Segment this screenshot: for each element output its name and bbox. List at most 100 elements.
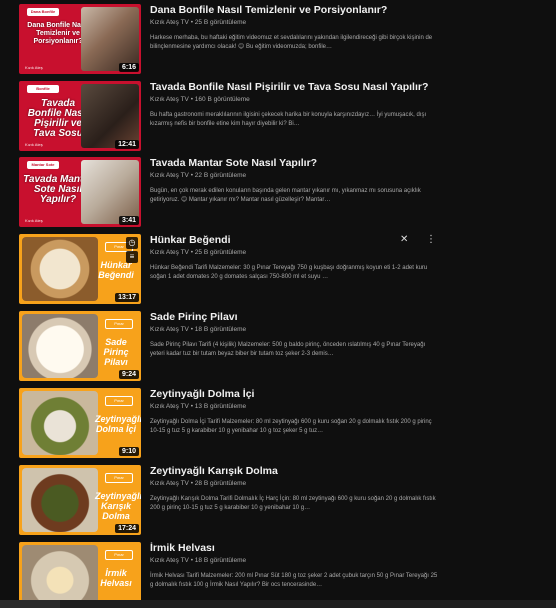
video-thumbnail[interactable]: Pınar Sade Pirinç Pilavı 9:24 xyxy=(19,311,141,381)
view-count: 22 B görüntüleme xyxy=(194,172,247,179)
video-item[interactable]: Pınar Sade Pirinç Pilavı 9:24 Sade Pirin… xyxy=(0,311,556,381)
view-count: 160 B görüntüleme xyxy=(194,96,250,103)
duration-badge: 13:17 xyxy=(115,293,139,302)
video-info: Zeytinyağlı Dolma İçi Kızık Ateş TV • 13… xyxy=(150,388,440,436)
video-info: Zeytinyağlı Karışık Dolma Kızık Ateş TV … xyxy=(150,465,440,513)
thumbnail-image xyxy=(22,391,98,455)
video-title[interactable]: Zeytinyağlı Dolma İçi xyxy=(150,388,440,401)
video-item[interactable]: Pınar Hünkar Beğendi ◷ ≡ 13:17 Hünkar Be… xyxy=(0,234,556,304)
add-to-queue-icon[interactable]: ≡ xyxy=(126,251,138,263)
thumbnail-title: Zeytinyağlı Karışık Dolma xyxy=(95,491,141,521)
video-actions: ✕ ⋮ xyxy=(398,234,438,246)
video-title[interactable]: İrmik Helvası xyxy=(150,542,440,555)
thumbnail-image xyxy=(81,160,139,224)
video-item[interactable]: Bonfile Tavada Bonfile Nasıl Pişirilir v… xyxy=(0,81,556,151)
video-info: Tavada Bonfile Nasıl Pişirilir ve Tava S… xyxy=(150,81,440,129)
video-thumbnail[interactable]: Pınar Hünkar Beğendi ◷ ≡ 13:17 xyxy=(19,234,141,304)
video-info: Sade Pirinç Pilavı Kızık Ateş TV • 18 B … xyxy=(150,311,440,359)
bottom-bar-segment xyxy=(0,600,60,608)
duration-badge: 6:16 xyxy=(118,63,139,72)
channel-name[interactable]: Kızık Ateş TV xyxy=(150,96,189,103)
view-count: 13 B görüntüleme xyxy=(194,403,247,410)
video-thumbnail[interactable]: Dana Bonfile Dana Bonfile Nasıl Temizlen… xyxy=(19,4,141,74)
video-info: Dana Bonfile Nasıl Temizlenir ve Porsiyo… xyxy=(150,4,440,52)
video-description: Hünkar Beğendi Tarifi Malzemeler: 30 g P… xyxy=(150,265,428,280)
video-meta: Kızık Ateş TV • 13 B görüntüleme xyxy=(150,403,247,410)
video-thumbnail[interactable]: Pınar İrmik Helvası xyxy=(19,542,141,602)
channel-name[interactable]: Kızık Ateş TV xyxy=(150,557,189,564)
video-info: Hünkar Beğendi Kızık Ateş TV • 25 B görü… xyxy=(150,234,440,282)
thumbnail-image xyxy=(22,237,98,301)
thumbnail-brand: Kızık Ateş xyxy=(25,142,43,147)
video-title[interactable]: Tavada Bonfile Nasıl Pişirilir ve Tava S… xyxy=(150,81,440,94)
duration-badge: 17:24 xyxy=(115,524,139,533)
view-count: 25 B görüntüleme xyxy=(194,249,247,256)
video-description: İrmik Helvası Tarifi Malzemeler: 200 ml … xyxy=(150,573,438,588)
video-thumbnail[interactable]: Pınar Zeytinyağlı Dolma İçi 9:10 xyxy=(19,388,141,458)
video-description: Harkese merhaba, bu haftaki eğitim video… xyxy=(150,35,433,50)
view-count: 18 B görüntüleme xyxy=(194,557,247,564)
channel-name[interactable]: Kızık Ateş TV xyxy=(150,172,189,179)
video-meta: Kızık Ateş TV • 25 B görüntüleme xyxy=(150,19,247,26)
video-description: Zeytinyağlı Dolma İçi Tarifi Malzemeler:… xyxy=(150,419,432,434)
thumbnail-tag: Mantar Sote xyxy=(27,161,59,169)
thumbnail-image xyxy=(81,84,139,148)
thumbnail-logo: Pınar xyxy=(105,473,133,483)
duration-badge: 12:41 xyxy=(115,140,139,149)
video-description: Bu hafta gastronomi meraklılarının ilgis… xyxy=(150,112,427,127)
thumbnail-image xyxy=(22,468,98,532)
video-meta: Kızık Ateş TV • 18 B görüntüleme xyxy=(150,326,247,333)
thumbnail-logo: Pınar xyxy=(105,396,133,406)
thumbnail-brand: Kızık Ateş xyxy=(25,218,43,223)
duration-badge: 9:10 xyxy=(118,447,139,456)
channel-name[interactable]: Kızık Ateş TV xyxy=(150,403,189,410)
video-meta: Kızık Ateş TV • 22 B görüntüleme xyxy=(150,172,247,179)
video-item[interactable]: Mantar Sote Tavada Mantar Sote Nasıl Yap… xyxy=(0,157,556,227)
channel-name[interactable]: Kızık Ateş TV xyxy=(150,326,189,333)
video-description: Bugün, en çok merak edilen konuların baş… xyxy=(150,188,421,203)
view-count: 18 B görüntüleme xyxy=(194,326,247,333)
video-title[interactable]: Zeytinyağlı Karışık Dolma xyxy=(150,465,440,478)
thumbnail-image xyxy=(22,545,98,602)
more-options-icon[interactable]: ⋮ xyxy=(426,234,436,246)
view-count: 28 B görüntüleme xyxy=(194,480,247,487)
close-icon[interactable]: ✕ xyxy=(400,234,408,246)
video-info: Tavada Mantar Sote Nasıl Yapılır? Kızık … xyxy=(150,157,440,205)
video-description: Zeytinyağlı Karışık Dolma Tarifi Dolmalı… xyxy=(150,496,436,511)
duration-badge: 9:24 xyxy=(118,370,139,379)
video-meta: Kızık Ateş TV • 18 B görüntüleme xyxy=(150,557,247,564)
video-meta: Kızık Ateş TV • 25 B görüntüleme xyxy=(150,249,247,256)
video-info: İrmik Helvası Kızık Ateş TV • 18 B görün… xyxy=(150,542,440,590)
thumbnail-title: İrmik Helvası xyxy=(100,568,132,588)
video-item[interactable]: Pınar Zeytinyağlı Dolma İçi 9:10 Zeytiny… xyxy=(0,388,556,458)
video-thumbnail[interactable]: Pınar Zeytinyağlı Karışık Dolma 17:24 xyxy=(19,465,141,535)
video-title[interactable]: Tavada Mantar Sote Nasıl Yapılır? xyxy=(150,157,440,170)
thumbnail-brand: Kızık Ateş xyxy=(25,65,43,70)
thumbnail-image xyxy=(81,7,139,71)
video-title[interactable]: Hünkar Beğendi xyxy=(150,234,440,247)
thumbnail-title: Zeytinyağlı Dolma İçi xyxy=(95,414,141,434)
bottom-bar xyxy=(0,600,556,608)
thumbnail-tag: Bonfile xyxy=(27,85,59,93)
video-thumbnail[interactable]: Bonfile Tavada Bonfile Nasıl Pişirilir v… xyxy=(19,81,141,151)
video-title[interactable]: Sade Pirinç Pilavı xyxy=(150,311,440,324)
thumbnail-image xyxy=(22,314,98,378)
video-meta: Kızık Ateş TV • 28 B görüntüleme xyxy=(150,480,247,487)
watch-later-icon[interactable]: ◷ xyxy=(126,237,138,249)
channel-name[interactable]: Kızık Ateş TV xyxy=(150,480,189,487)
video-meta: Kızık Ateş TV • 160 B görüntüleme xyxy=(150,96,250,103)
thumbnail-logo: Pınar xyxy=(105,319,133,329)
thumbnail-title: Hünkar Beğendi xyxy=(98,260,134,280)
channel-name[interactable]: Kızık Ateş TV xyxy=(150,19,189,26)
channel-name[interactable]: Kızık Ateş TV xyxy=(150,249,189,256)
video-item[interactable]: Dana Bonfile Dana Bonfile Nasıl Temizlen… xyxy=(0,4,556,74)
thumbnail-logo: Pınar xyxy=(105,550,133,560)
duration-badge: 3:41 xyxy=(118,216,139,225)
video-description: Sade Pirinç Pilavı Tarifi (4 kişilik) Ma… xyxy=(150,342,426,357)
view-count: 25 B görüntüleme xyxy=(194,19,247,26)
thumbnail-title: Sade Pirinç Pilavı xyxy=(103,337,129,367)
video-thumbnail[interactable]: Mantar Sote Tavada Mantar Sote Nasıl Yap… xyxy=(19,157,141,227)
video-item[interactable]: Pınar İrmik Helvası İrmik Helvası Kızık … xyxy=(0,542,556,602)
video-item[interactable]: Pınar Zeytinyağlı Karışık Dolma 17:24 Ze… xyxy=(0,465,556,535)
video-title[interactable]: Dana Bonfile Nasıl Temizlenir ve Porsiyo… xyxy=(150,4,440,17)
